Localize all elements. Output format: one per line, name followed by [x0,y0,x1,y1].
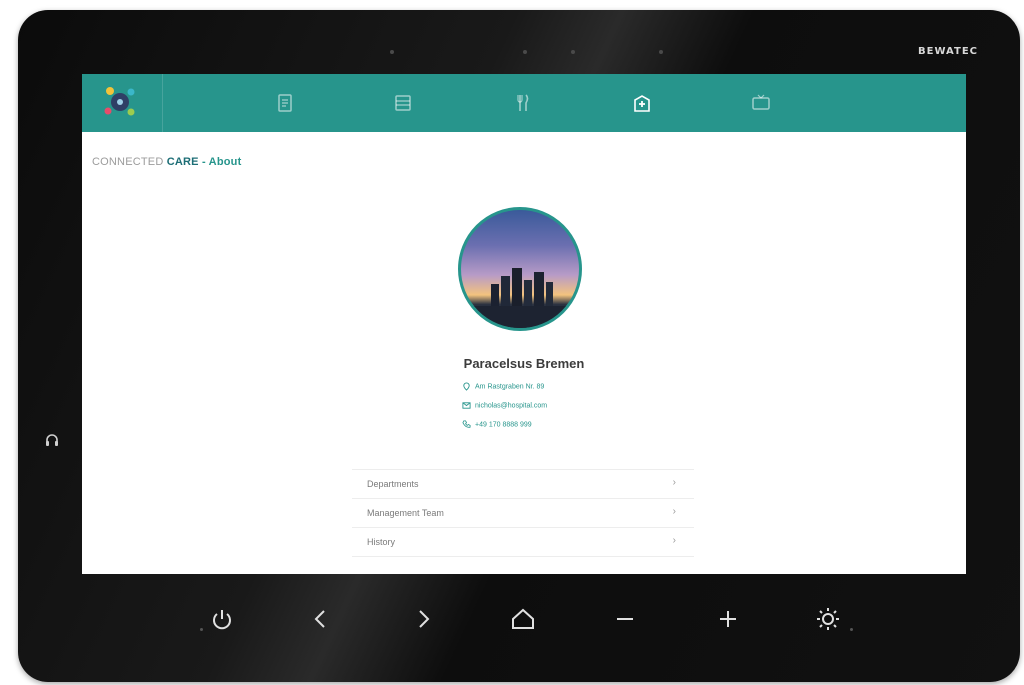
chevron-left-icon[interactable] [306,604,336,634]
email-row: nicholas@hospital.com [462,401,592,415]
tv-icon[interactable] [750,92,772,114]
address-text: Am Rastgraben Nr. 89 [475,383,545,391]
chevron-right-icon[interactable] [408,604,438,634]
menu-item-management-team[interactable]: Management Team › [352,498,694,527]
indicator-dot [850,628,853,631]
power-icon[interactable] [207,604,237,634]
light-sensor [659,50,663,54]
city-skyline-image [461,268,579,328]
brightness-icon[interactable] [813,604,843,634]
hospital-icon[interactable] [631,92,653,114]
light-sensor [523,50,527,54]
screen: CONNECTED CARE - About Paracelsus Bremen… [82,74,966,574]
app-logo[interactable] [82,74,163,132]
chevron-right-icon: › [672,477,676,488]
camera-sensor [390,50,394,54]
headset-icon[interactable] [44,432,60,448]
about-menu: Departments › Management Team › History … [352,469,694,557]
phone-text[interactable]: +49 170 8888 999 [475,421,532,428]
cutlery-icon[interactable] [512,92,534,114]
mail-icon [462,401,471,410]
top-navigation [82,74,966,132]
menu-item-label: History [367,537,396,547]
chevron-right-icon: › [672,506,676,517]
menu-item-departments[interactable]: Departments › [352,469,694,498]
address-row: Am Rastgraben Nr. 89 [462,382,592,396]
hospital-avatar [458,207,582,331]
hospital-name: Paracelsus Bremen [463,356,585,371]
page-icon[interactable] [274,92,296,114]
indicator-dot [200,628,203,631]
page-title: CONNECTED CARE - About [92,156,241,168]
email-text[interactable]: nicholas@hospital.com [475,402,547,409]
volume-down-icon[interactable] [610,604,640,634]
document-icon[interactable] [392,92,414,114]
title-prefix: CONNECTED [92,156,167,168]
light-sensor [571,50,575,54]
volume-up-icon[interactable] [713,604,743,634]
menu-item-label: Management Team [367,508,444,518]
title-section: - About [198,156,242,168]
brand-logo: BEWATEC [918,46,978,57]
chevron-right-icon: › [672,535,676,546]
logo-icon [104,87,135,116]
menu-item-history[interactable]: History › [352,527,694,557]
title-brand: CARE [166,156,199,168]
location-icon [462,382,471,391]
home-icon[interactable] [508,604,538,634]
phone-icon [462,420,471,429]
phone-row: +49 170 8888 999 [462,420,592,434]
menu-item-label: Departments [367,479,419,489]
